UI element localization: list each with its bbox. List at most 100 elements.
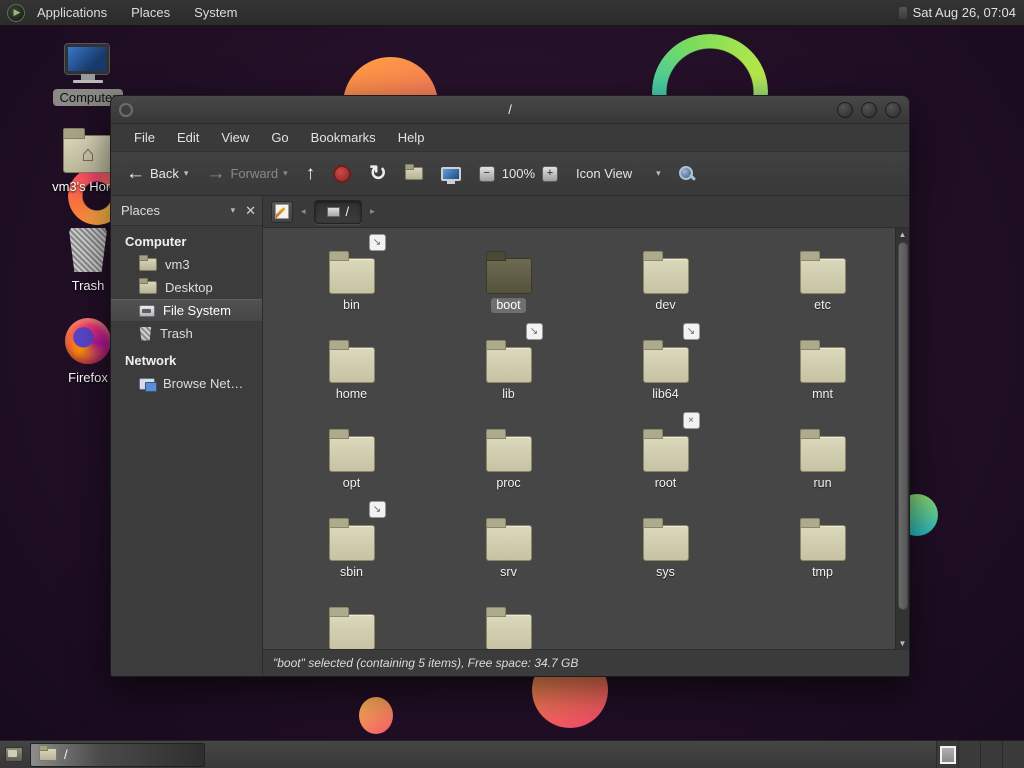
forward-label: Forward bbox=[230, 166, 279, 181]
sidebar-item-label: Browse Net… bbox=[163, 376, 244, 391]
reload-icon: ↻ bbox=[369, 162, 387, 185]
vertical-scrollbar[interactable]: ▲ ▼ bbox=[895, 228, 909, 649]
task-button-root-window[interactable]: / bbox=[30, 742, 205, 767]
workspace-2[interactable] bbox=[958, 740, 980, 768]
file-item-boot[interactable]: boot bbox=[430, 240, 587, 329]
menu-view[interactable]: View bbox=[210, 124, 260, 152]
file-item-sbin[interactable]: ↘ sbin bbox=[273, 501, 430, 596]
file-item-run[interactable]: run bbox=[744, 418, 895, 507]
file-name: etc bbox=[814, 298, 831, 312]
computer-screen bbox=[65, 44, 109, 74]
window-titlebar[interactable]: / bbox=[111, 96, 909, 124]
stop-button[interactable] bbox=[328, 162, 356, 186]
sidebar-item-desktop[interactable]: Desktop bbox=[111, 276, 262, 299]
menu-applications[interactable]: Applications bbox=[25, 0, 119, 26]
forward-button[interactable]: → Forward ▾ bbox=[201, 161, 292, 186]
menu-help[interactable]: Help bbox=[387, 124, 436, 152]
folder-icon bbox=[485, 429, 532, 472]
file-item-proc[interactable]: proc bbox=[430, 418, 587, 507]
reload-button[interactable]: ↻ bbox=[364, 160, 392, 187]
side-pane-close-icon[interactable]: ✕ bbox=[245, 203, 256, 219]
home-button[interactable] bbox=[400, 164, 428, 183]
file-name: tmp bbox=[812, 565, 833, 579]
search-button[interactable] bbox=[674, 163, 699, 184]
sidebar-item-label: Desktop bbox=[165, 280, 213, 295]
side-pane-selector[interactable]: Places ▾ ✕ bbox=[111, 196, 262, 226]
minimize-button[interactable] bbox=[837, 101, 853, 118]
folder-icon bbox=[642, 251, 689, 294]
close-button[interactable] bbox=[885, 101, 901, 118]
sidebar-item-file-system[interactable]: File System bbox=[111, 299, 262, 322]
scroll-down-icon[interactable]: ▼ bbox=[899, 637, 907, 649]
computer-toolbar-icon bbox=[440, 166, 461, 184]
edit-location-button[interactable] bbox=[271, 200, 293, 223]
file-item-row5-b[interactable] bbox=[430, 596, 587, 649]
file-item-bin[interactable]: ↘ bin bbox=[273, 234, 430, 329]
sidebar-item-browse-network[interactable]: Browse Net… bbox=[111, 372, 262, 395]
folder-icon bbox=[799, 429, 846, 472]
window-menu-icon[interactable] bbox=[119, 102, 133, 117]
workspace-3[interactable] bbox=[980, 740, 1002, 768]
side-pane-caret-icon: ▾ bbox=[230, 205, 236, 215]
file-name: dev bbox=[655, 298, 676, 312]
file-item-etc[interactable]: etc bbox=[744, 240, 895, 329]
file-name: bin bbox=[343, 298, 360, 312]
clock-area[interactable]: Sat Aug 26, 07:04 bbox=[898, 5, 1024, 20]
file-item-opt[interactable]: opt bbox=[273, 418, 430, 507]
show-desktop-icon bbox=[5, 747, 23, 762]
file-item-sys[interactable]: sys bbox=[587, 507, 744, 596]
file-name: srv bbox=[500, 565, 517, 579]
file-item-home[interactable]: home bbox=[273, 329, 430, 418]
view-mode-label: Icon View bbox=[576, 166, 633, 181]
menu-bookmarks[interactable]: Bookmarks bbox=[300, 124, 387, 152]
folder-icon bbox=[642, 429, 689, 472]
file-name: opt bbox=[342, 476, 361, 490]
menu-go[interactable]: Go bbox=[260, 124, 299, 152]
path-segment-root[interactable]: / bbox=[313, 199, 363, 224]
workspace-1[interactable] bbox=[936, 740, 958, 768]
back-button[interactable]: ← Back ▾ bbox=[121, 161, 193, 186]
path-scroll-right-icon: ▸ bbox=[370, 206, 375, 216]
menu-system[interactable]: System bbox=[182, 0, 249, 26]
file-item-tmp[interactable]: tmp bbox=[744, 507, 895, 596]
back-history-caret-icon[interactable]: ▾ bbox=[184, 168, 189, 179]
icon-view[interactable]: ↘ bin boot dev etc home ↘ lib ↘ lib64 mn… bbox=[263, 228, 895, 649]
sidebar-item-label: Trash bbox=[160, 326, 193, 341]
distro-logo-glyph: ▶ bbox=[13, 7, 21, 17]
no-access-emblem-icon: × bbox=[682, 412, 700, 429]
sidebar: Places ▾ ✕ Computer vm3 Desktop File Sys… bbox=[111, 196, 263, 676]
workspace-4[interactable] bbox=[1002, 740, 1024, 768]
zoom-in-button[interactable]: + bbox=[542, 165, 559, 182]
desktop-folder-icon bbox=[139, 278, 157, 294]
file-item-srv[interactable]: srv bbox=[430, 507, 587, 596]
workspace-thumb bbox=[1006, 746, 1022, 764]
show-desktop-button[interactable] bbox=[2, 743, 26, 767]
zoom-out-button[interactable]: − bbox=[478, 165, 495, 182]
file-item-root[interactable]: × root bbox=[587, 412, 744, 507]
sidebar-item-trash[interactable]: Trash bbox=[111, 322, 262, 345]
file-item-mnt[interactable]: mnt bbox=[744, 329, 895, 418]
file-item-row5-a[interactable] bbox=[273, 596, 430, 649]
top-panel: ▶ Applications Places System Sat Aug 26,… bbox=[0, 0, 1024, 26]
menu-edit[interactable]: Edit bbox=[166, 124, 210, 152]
scroll-up-icon[interactable]: ▲ bbox=[899, 228, 907, 240]
folder-icon bbox=[799, 340, 846, 383]
back-label: Back bbox=[150, 166, 179, 181]
forward-arrow-icon: → bbox=[206, 163, 226, 184]
maximize-button[interactable] bbox=[861, 101, 877, 118]
menu-places[interactable]: Places bbox=[119, 0, 182, 26]
file-item-lib[interactable]: ↘ lib bbox=[430, 323, 587, 418]
file-item-dev[interactable]: dev bbox=[587, 240, 744, 329]
view-mode-dropdown[interactable]: Icon View ▾ bbox=[571, 163, 666, 184]
scrollbar-thumb[interactable] bbox=[897, 242, 908, 610]
file-item-lib64[interactable]: ↘ lib64 bbox=[587, 323, 744, 418]
sidebar-item-vm3[interactable]: vm3 bbox=[111, 253, 262, 276]
file-manager-window: / File Edit View Go Bookmarks Help ← Bac… bbox=[110, 95, 910, 677]
side-pane-title: Places bbox=[121, 203, 161, 218]
menu-file[interactable]: File bbox=[123, 124, 166, 152]
computer-button[interactable] bbox=[436, 164, 466, 184]
task-button-label: / bbox=[64, 747, 68, 762]
up-button[interactable]: ↑ bbox=[301, 161, 321, 186]
home-folder-toolbar-icon bbox=[404, 164, 423, 180]
distro-menu-icon[interactable]: ▶ bbox=[7, 3, 25, 22]
